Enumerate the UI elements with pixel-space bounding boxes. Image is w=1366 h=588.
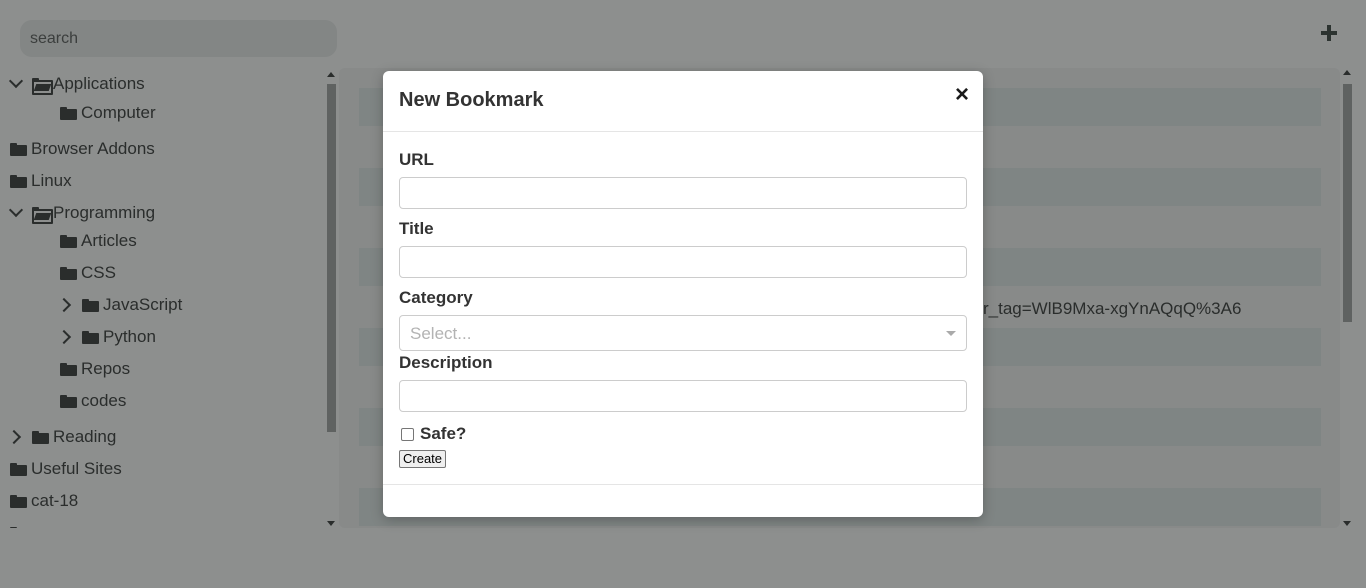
close-icon[interactable]: ×: [955, 83, 969, 107]
safe-row: Safe?: [401, 424, 466, 444]
create-button[interactable]: Create: [399, 450, 447, 468]
folder-icon: [60, 394, 77, 408]
scroll-down-icon[interactable]: [327, 521, 335, 526]
category-tree: Applications Computer Browser Addons Lin…: [0, 70, 338, 528]
tree-item-label: Browser Addons: [31, 139, 155, 158]
tree-item-label: Articles: [81, 231, 137, 250]
modal-footer-divider: [383, 484, 983, 485]
tree-item-label: Computer: [81, 103, 156, 122]
scroll-up-icon[interactable]: [327, 72, 335, 77]
scroll-down-icon[interactable]: [1343, 521, 1351, 526]
tree-item-label: Programming: [53, 203, 156, 222]
tree-item-repos[interactable]: Repos: [60, 355, 130, 383]
search-box[interactable]: [20, 20, 337, 57]
folder-icon: [10, 142, 27, 156]
folder-icon: [32, 430, 49, 444]
tree-item-label: Applications: [53, 74, 145, 93]
caret-down-icon[interactable]: [946, 331, 956, 336]
folder-icon: [60, 234, 77, 248]
tree-item-css[interactable]: CSS: [60, 259, 116, 287]
tree-item-label: Repos: [81, 359, 131, 378]
chevron-right-icon[interactable]: [60, 331, 72, 343]
tree-item-useful-sites[interactable]: Useful Sites: [10, 455, 122, 483]
title-label: Title: [399, 219, 434, 238]
folder-open-icon: [32, 77, 53, 95]
folder-icon: [60, 266, 77, 280]
main-scrollbar[interactable]: [1340, 68, 1356, 528]
description-field[interactable]: [399, 380, 967, 412]
tree-item-python[interactable]: Python: [60, 323, 156, 351]
tree-item-applications[interactable]: Applications: [10, 70, 145, 98]
sidebar-scrollbar[interactable]: [324, 70, 338, 528]
chevron-right-icon[interactable]: [10, 431, 22, 443]
title-field[interactable]: [399, 246, 967, 278]
tree-item-browser-addons[interactable]: Browser Addons: [10, 135, 155, 163]
main-scroll-thumb[interactable]: [1343, 84, 1352, 322]
tree-item-label: Linux: [31, 171, 72, 190]
url-label: URL: [399, 150, 434, 169]
tree-item-label: Python: [103, 327, 156, 346]
folder-icon: [10, 494, 27, 508]
new-bookmark-modal: New Bookmark × URL Title Category Select…: [383, 71, 983, 517]
safe-label: Safe?: [420, 424, 467, 443]
description-label: Description: [399, 353, 493, 372]
category-placeholder: Select...: [410, 324, 472, 343]
modal-title: New Bookmark: [399, 89, 544, 111]
safe-checkbox[interactable]: [401, 427, 414, 441]
tree-item-javascript[interactable]: JavaScript: [60, 291, 182, 319]
folder-icon: [82, 298, 99, 312]
tree-item-label: CSS: [81, 263, 116, 282]
folder-icon: [10, 526, 27, 528]
url-field[interactable]: [399, 177, 967, 209]
category-select[interactable]: Select...: [399, 315, 967, 351]
category-label: Category: [399, 288, 473, 307]
tree-item-label: codes: [81, 391, 127, 410]
tree-item-cat-18[interactable]: cat-18: [10, 487, 78, 515]
scroll-up-icon[interactable]: [1343, 70, 1351, 75]
chevron-down-icon[interactable]: [10, 78, 22, 90]
sidebar-scroll-thumb[interactable]: [327, 84, 336, 432]
folder-icon: [10, 462, 27, 476]
chevron-down-icon[interactable]: [10, 207, 22, 219]
tree-item-articles[interactable]: Articles: [60, 227, 137, 255]
tree-item-codes[interactable]: codes: [60, 387, 126, 415]
add-bookmark-button[interactable]: [1318, 22, 1340, 44]
tree-item-label: JavaScript: [103, 295, 183, 314]
search-input[interactable]: [30, 29, 327, 48]
tree-item-computer[interactable]: Computer: [60, 99, 156, 127]
chevron-right-icon[interactable]: [60, 299, 72, 311]
folder-icon: [82, 330, 99, 344]
folder-icon: [60, 362, 77, 376]
modal-header: New Bookmark ×: [383, 71, 983, 132]
tree-item-partial[interactable]: [10, 519, 31, 528]
tree-item-linux[interactable]: Linux: [10, 167, 72, 195]
tree-item-reading[interactable]: Reading: [10, 423, 116, 451]
tree-item-label: Useful Sites: [31, 459, 122, 478]
tree-item-label: cat-18: [31, 491, 79, 510]
tree-item-label: Reading: [53, 427, 117, 446]
folder-icon: [10, 174, 27, 188]
tree-item-programming[interactable]: Programming: [10, 199, 155, 227]
folder-icon: [60, 106, 77, 120]
folder-open-icon: [32, 206, 53, 224]
bookmark-url-text: r_tag=WlB9Mxa-xgYnAQqQ%3A6: [983, 299, 1242, 318]
